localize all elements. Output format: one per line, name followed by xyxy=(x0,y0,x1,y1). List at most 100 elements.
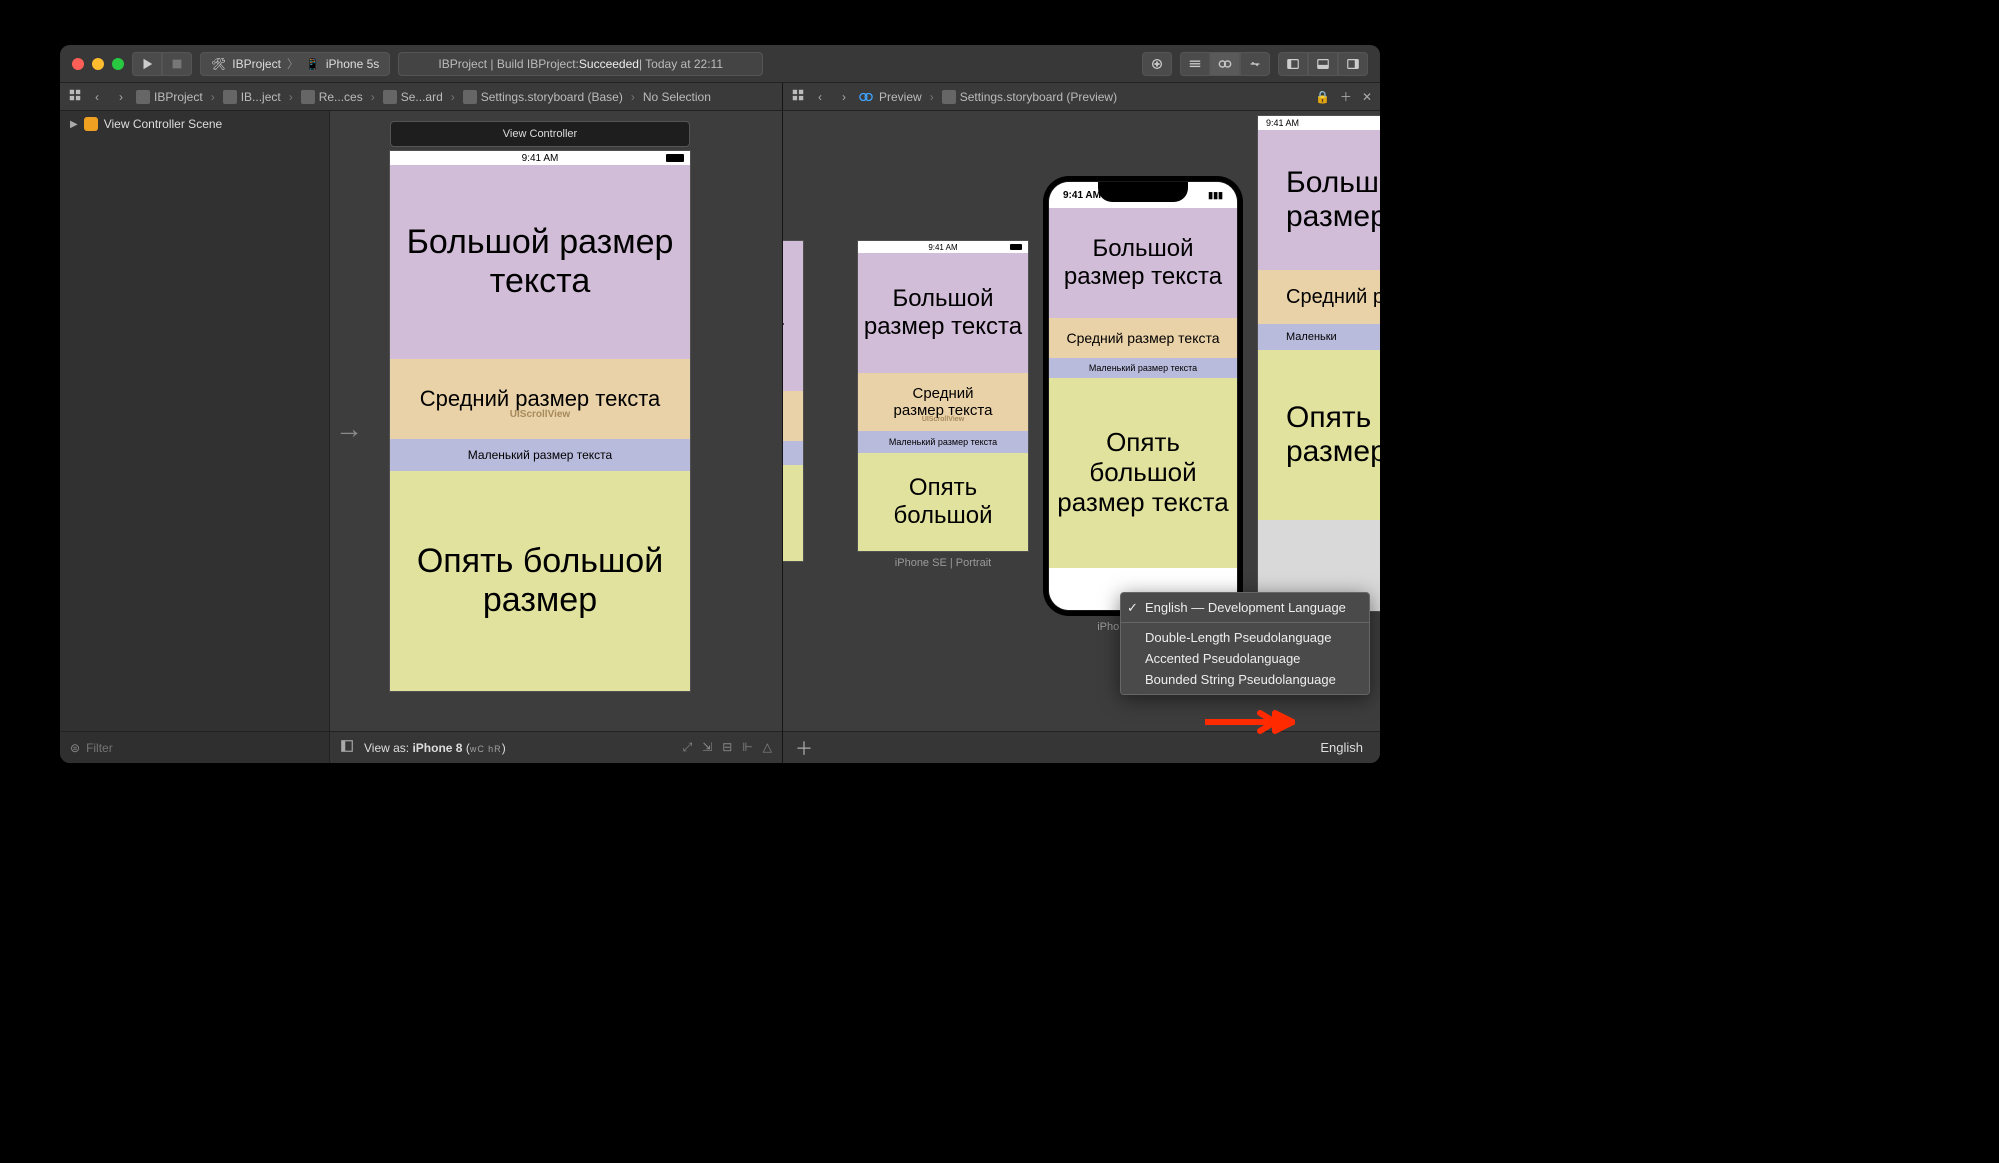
outline-filter[interactable]: ⊜ xyxy=(60,731,329,763)
scheme-project: IBProject xyxy=(232,57,281,71)
crumb-2[interactable]: IB...ject xyxy=(241,90,281,104)
activity-status: IBProject | Build IBProject: Succeeded |… xyxy=(398,52,763,76)
status-prefix: IBProject | Build IBProject: xyxy=(438,57,579,71)
scene-label: View Controller Scene xyxy=(104,117,223,131)
uiscrollview-label: UIScrollView xyxy=(922,416,964,423)
lang-menu-item-accented[interactable]: Accented Pseudolanguage xyxy=(1121,648,1369,669)
storyboard-icon xyxy=(463,90,477,104)
status-bar: 9:41 AM xyxy=(390,151,690,165)
battery-icon xyxy=(666,154,684,162)
back-button[interactable]: ‹ xyxy=(88,90,106,104)
medium-text-row: Средний размер текста UIScrollView xyxy=(390,359,690,439)
run-button[interactable] xyxy=(132,52,162,76)
folder-icon xyxy=(301,90,315,104)
crumb-1[interactable]: IBProject xyxy=(154,90,203,104)
view-as[interactable]: View as: iPhone 8 (wC hR) xyxy=(364,741,506,755)
menu-divider xyxy=(1121,622,1369,623)
assistant-editor[interactable] xyxy=(1210,52,1240,76)
minimize-window[interactable] xyxy=(92,58,104,70)
status-result: Succeeded xyxy=(579,57,639,71)
standard-editor[interactable] xyxy=(1180,52,1210,76)
stop-button[interactable] xyxy=(162,52,192,76)
zoom-window[interactable] xyxy=(112,58,124,70)
scene-icon xyxy=(84,117,98,131)
toolbar: 🛠 IBProject 〉 📱 iPhone 5s IBProject | Bu… xyxy=(60,45,1380,83)
jump-bar-left[interactable]: ‹ › IBProject› IB...ject› Re...ces› Se..… xyxy=(60,83,783,110)
document-outline: ▶ View Controller Scene ⊜ xyxy=(60,111,330,763)
preview-icon xyxy=(859,90,873,104)
zoom-fit-icon[interactable]: ⤢ xyxy=(683,740,693,755)
preview-device-partial-right[interactable]: 9:41 AM Большойразмер Средний р Маленьки… xyxy=(1258,116,1380,611)
crumb-preview-file[interactable]: Settings.storyboard (Preview) xyxy=(960,90,1117,104)
forward-button[interactable]: › xyxy=(835,90,853,104)
crumb-5[interactable]: Settings.storyboard (Base) xyxy=(481,90,623,104)
toggle-debug[interactable] xyxy=(1308,52,1338,76)
vc-title-bar[interactable]: View Controller xyxy=(390,121,690,147)
align-icon[interactable]: ⊟ xyxy=(722,740,732,755)
large-text-row: Большой размер текста xyxy=(390,165,690,359)
preview-pane: а та йр 9:41 AM Большой размер текста Ср… xyxy=(783,111,1380,763)
back-button[interactable]: ‹ xyxy=(811,90,829,104)
initial-vc-arrow: → xyxy=(335,413,363,445)
panel-toggle-group xyxy=(1278,52,1368,76)
outline-row-scene[interactable]: ▶ View Controller Scene xyxy=(70,117,319,131)
scheme-project-icon: 🛠 xyxy=(211,57,226,71)
status-bar: 9:41 AM xyxy=(858,241,1028,253)
device-label-se: iPhone SE | Portrait xyxy=(858,557,1028,569)
language-menu: English — Development Language Double-Le… xyxy=(1120,592,1370,695)
lang-menu-item-english[interactable]: English — Development Language xyxy=(1121,597,1369,618)
large-again-row: Опять большой размер xyxy=(390,471,690,691)
outline-toggle-icon[interactable] xyxy=(340,739,354,756)
close-window[interactable] xyxy=(72,58,84,70)
status-bar: 9:41 AM ▮▮▮ xyxy=(1049,182,1237,208)
crumb-preview[interactable]: Preview xyxy=(879,90,922,104)
run-stop-group xyxy=(132,52,192,76)
forward-button[interactable]: › xyxy=(112,90,130,104)
small-text-row: Маленький размер текста xyxy=(390,439,690,471)
preview-device-xs-frame[interactable]: 9:41 AM ▮▮▮ Большой размер текста Средни… xyxy=(1043,176,1243,616)
status-suffix: | Today at 22:11 xyxy=(639,57,723,71)
folder-icon xyxy=(223,90,237,104)
library-button[interactable] xyxy=(1142,52,1172,76)
resolve-icon[interactable]: △ xyxy=(763,740,772,755)
crumb-3[interactable]: Re...ces xyxy=(319,90,363,104)
lang-menu-item-double[interactable]: Double-Length Pseudolanguage xyxy=(1121,627,1369,648)
preview-device-se[interactable]: 9:41 AM Большой размер текста Среднийраз… xyxy=(858,241,1028,551)
crumb-6[interactable]: No Selection xyxy=(643,90,711,104)
crumb-4[interactable]: Se...ard xyxy=(401,90,443,104)
scheme-divider: 〉 xyxy=(287,55,299,72)
lang-menu-item-bounded[interactable]: Bounded String Pseudolanguage xyxy=(1121,669,1369,690)
preview-device-xs: 9:41 AM ▮▮▮ Большой размер текста Средни… xyxy=(1049,182,1237,610)
storyboard-icon xyxy=(383,90,397,104)
canvas-bottom-bar: View as: iPhone 8 (wC hR) ⤢ ⇲ ⊟ ⊩ △ xyxy=(330,731,782,763)
project-icon xyxy=(136,90,150,104)
related-items-icon[interactable] xyxy=(68,88,82,105)
close-editor-icon[interactable]: ✕ xyxy=(1362,90,1372,104)
pin-icon[interactable]: ⊩ xyxy=(742,740,752,755)
lock-icon[interactable]: 🔒 xyxy=(1315,90,1330,104)
add-preview-device[interactable]: ＋ xyxy=(795,735,813,761)
toggle-inspector[interactable] xyxy=(1338,52,1368,76)
filter-icon: ⊜ xyxy=(70,741,80,755)
uiscrollview-label: UIScrollView xyxy=(510,409,570,420)
preview-device-partial-left[interactable]: а та йр xyxy=(783,241,803,561)
disclosure-triangle[interactable]: ▶ xyxy=(70,119,78,130)
add-editor-icon[interactable]: ＋ xyxy=(1340,88,1352,105)
related-items-icon[interactable] xyxy=(791,88,805,105)
canvas-device[interactable]: 9:41 AM Большой размер текста Средний ра… xyxy=(390,151,690,691)
annotation-red-arrow xyxy=(1205,710,1295,739)
language-picker[interactable]: English xyxy=(1320,740,1363,755)
filter-input[interactable] xyxy=(86,741,319,755)
ib-canvas[interactable]: → View Controller 9:41 AM Большой размер… xyxy=(330,111,783,763)
toggle-navigator[interactable] xyxy=(1278,52,1308,76)
storyboard-icon xyxy=(942,90,956,104)
scheme-picker[interactable]: 🛠 IBProject 〉 📱 iPhone 5s xyxy=(200,52,390,76)
version-editor[interactable] xyxy=(1240,52,1270,76)
jump-bar-right[interactable]: ‹ › Preview› Settings.storyboard (Previe… xyxy=(783,83,1380,110)
scheme-device-icon: 📱 xyxy=(305,57,320,71)
time-label: 9:41 AM xyxy=(522,153,559,164)
xcode-window: 🛠 IBProject 〉 📱 iPhone 5s IBProject | Bu… xyxy=(60,45,1380,763)
editor-mode-group xyxy=(1180,52,1270,76)
embed-icon[interactable]: ⇲ xyxy=(702,740,712,755)
notch xyxy=(1098,182,1188,202)
